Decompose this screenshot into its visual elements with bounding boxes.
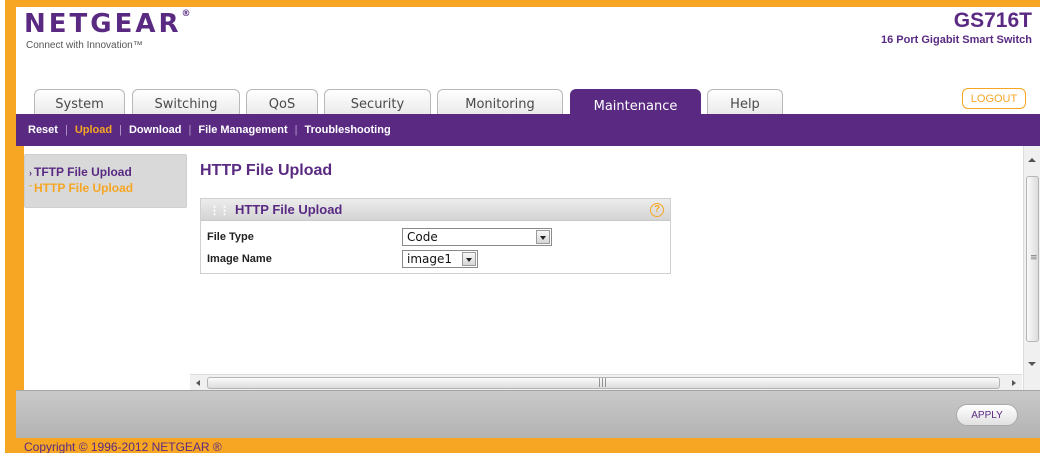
chevron-down-icon: [536, 230, 550, 244]
subnav-file-management[interactable]: File Management: [198, 124, 287, 136]
file-type-label: File Type: [207, 231, 254, 243]
page-title: HTTP File Upload: [200, 162, 333, 179]
vertical-scrollbar[interactable]: ≡: [1023, 146, 1040, 390]
scroll-up-icon[interactable]: [1028, 158, 1036, 162]
http-upload-panel: ⋮⋮ HTTP File Upload ? File Type Code Imag…: [200, 198, 671, 274]
copyright-text: Copyright © 1996-2012 NETGEAR ®: [24, 440, 222, 453]
chevron-right-icon: ›: [29, 168, 32, 178]
model-name: GS716T: [953, 9, 1032, 32]
left-navigation: › TFTP File Upload ˇ HTTP File Upload: [24, 154, 187, 208]
scroll-left-icon[interactable]: [196, 380, 200, 386]
subnav-upload[interactable]: Upload: [75, 124, 112, 136]
subnav-divider: |: [294, 124, 298, 136]
image-name-row: Image Name image1: [207, 249, 478, 269]
scroll-down-icon[interactable]: [1028, 362, 1036, 366]
grip-icon: ≡: [1030, 253, 1038, 263]
logout-button[interactable]: LOGOUT: [962, 88, 1026, 109]
file-type-row: File Type Code: [207, 227, 552, 247]
tagline: Connect with Innovation™: [26, 40, 143, 51]
netgear-logo[interactable]: NETGEAR®: [24, 9, 191, 39]
subnav-divider: |: [188, 124, 192, 136]
logo-text: NETGEAR: [24, 9, 182, 39]
chevron-down-icon: [462, 252, 476, 266]
panel-header: ⋮⋮ HTTP File Upload ?: [201, 199, 670, 221]
scroll-right-icon[interactable]: [1012, 380, 1016, 386]
sub-navigation: Reset | Upload | Download | File Managem…: [16, 114, 1040, 146]
model-description: 16 Port Gigabit Smart Switch: [881, 34, 1032, 46]
panel-title: HTTP File Upload: [235, 202, 343, 217]
subnav-troubleshooting[interactable]: Troubleshooting: [305, 124, 391, 136]
leftnav-item-http-file-upload[interactable]: ˇ HTTP File Upload: [29, 181, 182, 197]
content-area: › TFTP File Upload ˇ HTTP File Upload HTTP…: [24, 146, 1040, 390]
leftnav-item-label: TFTP File Upload: [34, 165, 132, 179]
image-name-select[interactable]: image1: [402, 250, 478, 268]
image-name-label: Image Name: [207, 253, 272, 265]
action-bar: APPLY: [16, 390, 1040, 438]
subnav-divider: |: [119, 124, 122, 136]
subnav-reset[interactable]: Reset: [28, 124, 58, 136]
subnav-divider: |: [64, 124, 68, 136]
image-name-value: image1: [407, 252, 453, 266]
file-type-select[interactable]: Code: [402, 228, 552, 246]
vertical-scroll-thumb[interactable]: ≡: [1026, 176, 1039, 342]
horizontal-scrollbar[interactable]: |||: [190, 374, 1022, 390]
grip-icon: |||: [598, 378, 608, 388]
leftnav-item-tftp-file-upload[interactable]: › TFTP File Upload: [29, 165, 182, 181]
subnav-download[interactable]: Download: [129, 124, 182, 136]
file-type-value: Code: [407, 230, 438, 244]
leftnav-item-label: HTTP File Upload: [34, 181, 134, 195]
help-icon[interactable]: ?: [650, 203, 664, 217]
apply-button[interactable]: APPLY: [956, 404, 1018, 426]
horizontal-scroll-thumb[interactable]: |||: [207, 377, 1000, 389]
chevron-down-icon: ˇ: [29, 184, 32, 194]
drag-handle-icon: ⋮⋮: [209, 205, 230, 217]
